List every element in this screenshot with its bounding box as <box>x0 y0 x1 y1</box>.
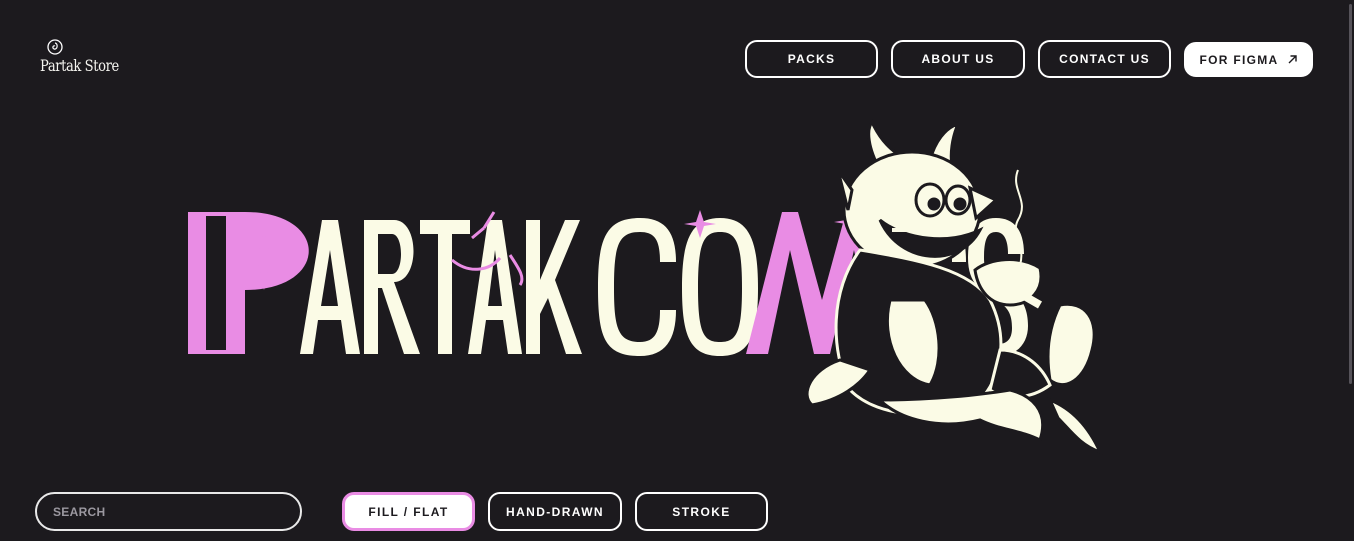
logo-text: Partak Store <box>40 56 119 75</box>
nav-about-us-button[interactable]: ABOUT US <box>891 40 1025 78</box>
for-figma-label: FOR FIGMA <box>1199 52 1279 67</box>
nav-packs-button[interactable]: PACKS <box>745 40 878 78</box>
filter-fill-flat-button[interactable]: FILL / FLAT <box>342 492 475 531</box>
devil-character-illustration <box>805 119 1103 455</box>
filter-hand-drawn-button[interactable]: HAND-DRAWN <box>488 492 622 531</box>
for-figma-button[interactable]: FOR FIGMA <box>1184 42 1313 77</box>
style-filters: FILL / FLAT HAND-DRAWN STROKE <box>342 492 768 531</box>
page-scrollbar[interactable] <box>1349 4 1352 384</box>
swirl-logo-icon <box>47 39 63 55</box>
filter-stroke-button[interactable]: STROKE <box>635 492 768 531</box>
search-input[interactable] <box>35 492 302 531</box>
nav-contact-us-button[interactable]: CONTACT US <box>1038 40 1171 78</box>
hero-artwork <box>188 119 1103 455</box>
store-logo[interactable]: Partak Store <box>40 38 120 82</box>
arrow-up-right-icon <box>1288 55 1297 64</box>
top-navigation: PACKS ABOUT US CONTACT US FOR FIGMA <box>745 40 1313 78</box>
hero-banner <box>0 100 1354 480</box>
wordmark-partak <box>188 211 582 354</box>
